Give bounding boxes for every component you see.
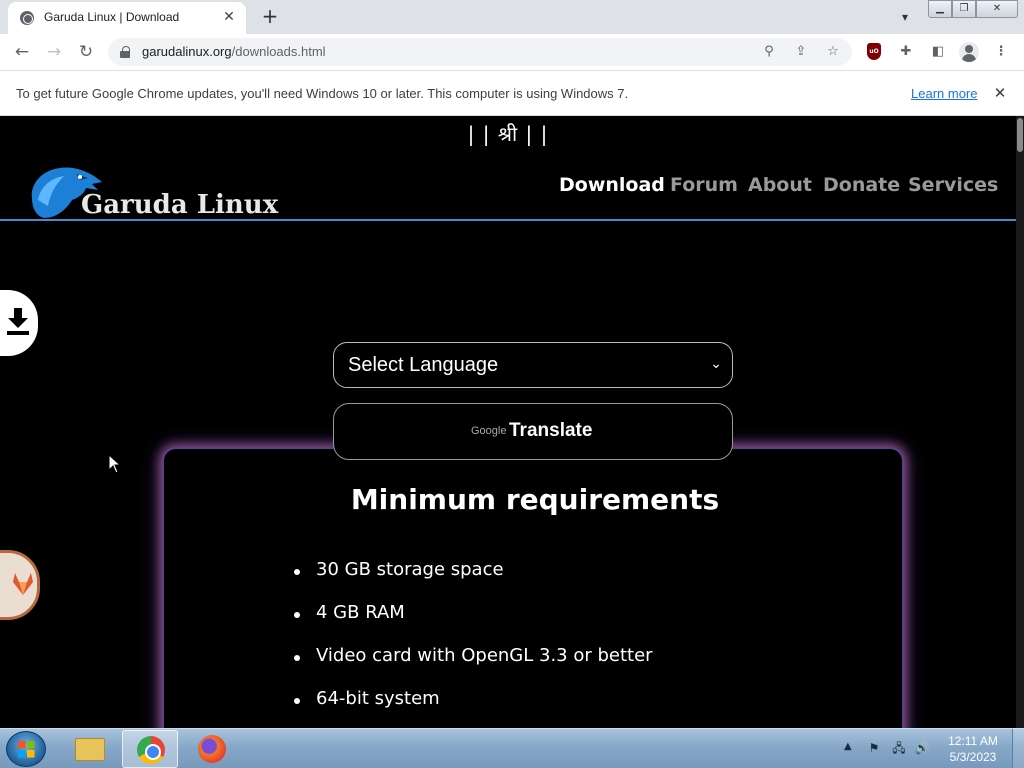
folder-icon (75, 738, 105, 761)
gitlab-fox-icon (13, 573, 33, 595)
restore-button[interactable]: ❐ (952, 0, 976, 18)
nav-about[interactable]: About (748, 174, 812, 196)
page-scrollbar[interactable] (1016, 116, 1024, 728)
browser-tab[interactable]: Garuda Linux | Download ✕ (8, 2, 246, 34)
tray-expand-icon[interactable]: ▲ (844, 741, 852, 752)
reload-icon[interactable]: ↻ (74, 40, 98, 64)
clock-time[interactable]: 12:11 AM (940, 734, 1006, 748)
firefox-icon (198, 735, 226, 763)
list-item: 64-bit system (290, 688, 653, 728)
requirements-list: 30 GB storage space 4 GB RAM Video card … (290, 559, 653, 728)
download-icon (7, 308, 29, 335)
volume-icon[interactable]: 🔊 (914, 740, 930, 756)
window-close-button[interactable]: ✕ (976, 0, 1018, 18)
tab-search-chevron-icon[interactable]: ▾ (894, 6, 916, 28)
list-item: Video card with OpenGL 3.3 or better (290, 645, 653, 688)
requirements-card: Minimum requirements 30 GB storage space… (162, 447, 904, 728)
clock-date[interactable]: 5/3/2023 (940, 750, 1006, 764)
ublock-badge: uO (867, 43, 881, 60)
address-bar[interactable]: garudalinux.org/downloads.html ⚲ ⇪ ☆ (108, 38, 852, 66)
requirements-title: Minimum requirements (350, 483, 720, 516)
shri-banner: | | श्री | | (467, 122, 549, 146)
lock-icon[interactable] (120, 46, 130, 58)
language-select-value: Select Language (348, 354, 499, 376)
minimize-button[interactable]: ▁ (928, 0, 952, 18)
forward-arrow-icon[interactable]: → (42, 40, 66, 64)
list-item: 4 GB RAM (290, 602, 653, 645)
nav-forum[interactable]: Forum (670, 174, 738, 196)
update-infobar: To get future Google Chrome updates, you… (0, 71, 1024, 116)
browser-toolbar: ← → ↻ garudalinux.org/downloads.html ⚲ ⇪… (0, 34, 1024, 71)
windows-logo-icon (18, 741, 35, 758)
show-desktop-button[interactable] (1012, 729, 1024, 768)
taskbar-chrome[interactable] (122, 730, 178, 768)
translate-label: Translate (509, 420, 593, 441)
scrollbar-thumb[interactable] (1017, 118, 1023, 152)
floating-gitlab-button[interactable] (0, 550, 40, 620)
globe-icon (20, 11, 34, 25)
nav-download[interactable]: Download (559, 174, 665, 196)
taskbar-firefox[interactable] (184, 730, 240, 768)
avatar (959, 42, 979, 62)
url-text[interactable]: garudalinux.org/downloads.html (142, 44, 326, 59)
start-button[interactable] (6, 731, 46, 767)
windows-taskbar: ▲ ⚑ 🖧 🔊 12:11 AM 5/3/2023 (0, 728, 1024, 768)
search-icon[interactable]: ⚲ (758, 41, 780, 63)
bookmark-star-icon[interactable]: ☆ (822, 41, 844, 63)
nav-donate[interactable]: Donate (823, 174, 900, 196)
new-tab-button[interactable]: + (258, 5, 282, 29)
nav-services[interactable]: Services (908, 174, 998, 196)
side-panel-icon[interactable]: ◧ (927, 41, 949, 63)
site-header: Garuda Linux Download Forum About Donate… (0, 146, 1016, 221)
infobar-close-icon[interactable]: ✕ (990, 83, 1010, 103)
language-select[interactable]: Select Language ⌄ (333, 342, 733, 388)
chrome-icon (137, 736, 165, 764)
tab-strip: Garuda Linux | Download ✕ + ▾ ▁ ❐ ✕ (0, 0, 1024, 34)
back-arrow-icon[interactable]: ← (10, 40, 34, 64)
ublock-origin-icon[interactable]: uO (863, 41, 885, 63)
taskbar-explorer[interactable] (62, 730, 118, 768)
chevron-down-icon: ⌄ (710, 356, 722, 372)
google-wordmark: Google (471, 425, 507, 437)
tab-title: Garuda Linux | Download (44, 10, 180, 24)
extensions-puzzle-icon[interactable]: ✚ (895, 41, 917, 63)
floating-download-button[interactable] (0, 290, 38, 356)
infobar-message: To get future Google Chrome updates, you… (16, 86, 629, 101)
mouse-pointer-icon (108, 454, 122, 474)
tab-close-icon[interactable]: ✕ (220, 8, 238, 26)
network-icon[interactable]: 🖧 (891, 740, 907, 756)
action-center-flag-icon[interactable]: ⚑ (866, 740, 882, 756)
profile-avatar-icon[interactable] (958, 41, 980, 63)
learn-more-link[interactable]: Learn more (911, 86, 977, 101)
site-logo-text[interactable]: Garuda Linux (81, 190, 278, 220)
list-item: 30 GB storage space (290, 559, 653, 602)
google-translate-button[interactable]: Google Translate (333, 403, 733, 460)
page-viewport: | | श्री | | Garuda Linux Download Forum… (0, 116, 1024, 728)
url-path: /downloads.html (231, 44, 326, 59)
kebab-menu-icon[interactable]: ⋮ (990, 41, 1012, 63)
share-icon[interactable]: ⇪ (790, 41, 812, 63)
url-host: garudalinux.org (142, 44, 232, 59)
